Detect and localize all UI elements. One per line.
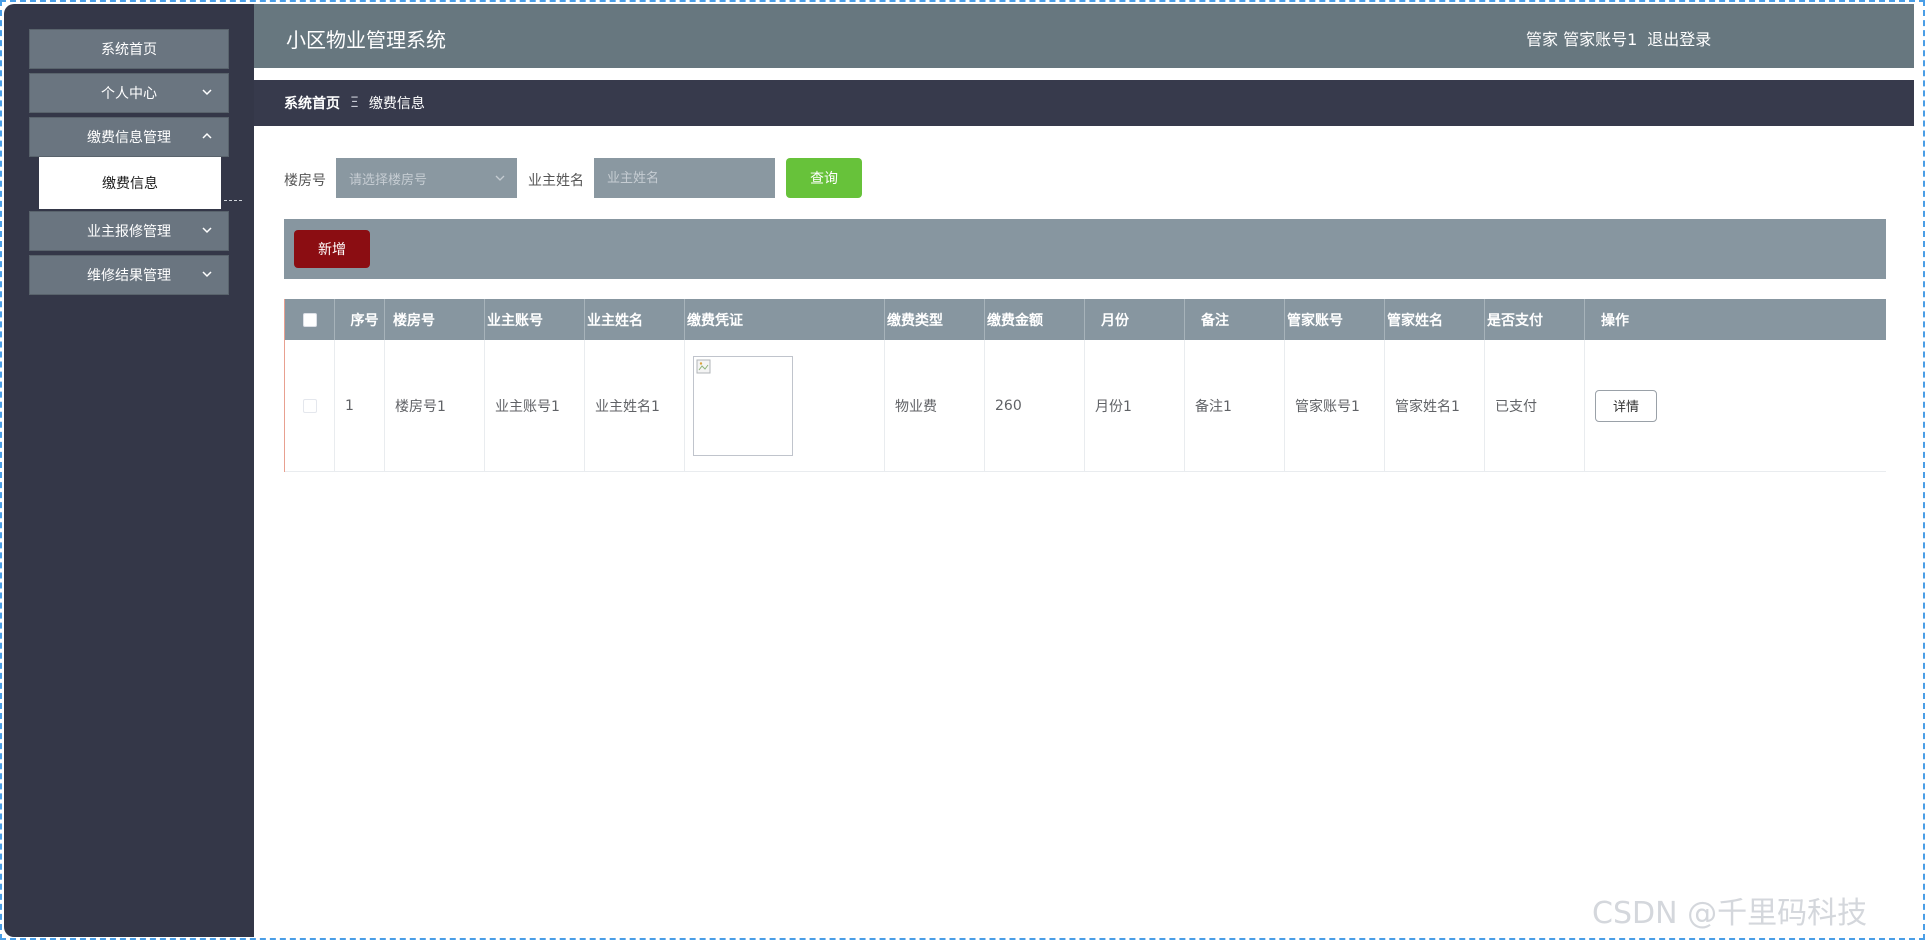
cell-operations: 详情 <box>1585 340 1885 471</box>
add-button[interactable]: 新增 <box>294 230 370 268</box>
chevron-up-icon <box>202 132 212 139</box>
building-select[interactable]: 请选择楼房号 <box>336 158 517 198</box>
header-checkbox-cell <box>285 299 335 340</box>
detail-button[interactable]: 详情 <box>1595 389 1657 422</box>
owner-name-input[interactable] <box>594 158 775 198</box>
column-header: 缴费类型 <box>885 299 985 340</box>
table-header: 序号 楼房号 业主账号 业主姓名 缴费凭证 缴费类型 缴费金额 月份 备注 管家… <box>285 299 1886 340</box>
column-header: 楼房号 <box>385 299 485 340</box>
action-bar: 新增 <box>284 219 1886 279</box>
sidebar-item-payment-management[interactable]: 缴费信息管理 <box>29 117 229 157</box>
query-button[interactable]: 查询 <box>786 158 862 198</box>
cell-butler-account: 管家账号1 <box>1285 340 1385 471</box>
building-filter-label: 楼房号 <box>284 173 326 189</box>
top-bar: 小区物业管理系统 管家 管家账号1 退出登录 <box>254 4 1914 68</box>
chevron-down-icon <box>202 89 212 96</box>
cell-butler-name: 管家姓名1 <box>1385 340 1485 471</box>
user-role: 管家 管家账号1 <box>1526 30 1638 49</box>
column-header: 月份 <box>1085 299 1185 340</box>
sidebar-item-personal-center[interactable]: 个人中心 <box>29 73 229 113</box>
cell-building: 楼房号1 <box>385 340 485 471</box>
sidebar: 系统首页 个人中心 缴费信息管理 缴费信息 业主报修管理 维修结果管理 <box>4 4 254 937</box>
chevron-down-icon <box>495 175 505 181</box>
breadcrumb-home[interactable]: 系统首页 <box>284 93 340 113</box>
cell-owner-name: 业主姓名1 <box>585 340 685 471</box>
user-area: 管家 管家账号1 退出登录 <box>1526 26 1711 50</box>
sidebar-item-label: 维修结果管理 <box>87 268 171 284</box>
voucher-image[interactable] <box>693 355 793 456</box>
sidebar-item-label: 缴费信息管理 <box>87 130 171 146</box>
cell-payment-voucher <box>685 340 885 471</box>
owner-filter-label: 业主姓名 <box>528 173 584 189</box>
sidebar-item-label: 业主报修管理 <box>87 224 171 240</box>
payment-table: 序号 楼房号 业主账号 业主姓名 缴费凭证 缴费类型 缴费金额 月份 备注 管家… <box>284 299 1886 472</box>
column-header: 缴费凭证 <box>685 299 885 340</box>
cell-fee-type: 物业费 <box>885 340 985 471</box>
app-title: 小区物业管理系统 <box>286 28 446 52</box>
chevron-down-icon <box>202 271 212 278</box>
cell-remark: 备注1 <box>1185 340 1285 471</box>
column-header: 操作 <box>1601 312 1629 329</box>
row-checkbox-cell <box>285 340 335 471</box>
sidebar-item-label: 个人中心 <box>101 86 157 102</box>
broken-image-icon <box>696 359 711 373</box>
sidebar-item-label: 系统首页 <box>101 42 157 58</box>
column-header: 管家账号 <box>1285 299 1385 340</box>
column-header: 业主账号 <box>485 299 585 340</box>
select-all-checkbox[interactable] <box>302 312 317 327</box>
sidebar-item-repair-result-management[interactable]: 维修结果管理 <box>29 255 229 295</box>
cell-index: 1 <box>335 340 385 471</box>
chevron-down-icon <box>202 227 212 234</box>
cell-amount: 260 <box>985 340 1085 471</box>
column-header: 缴费金额 <box>985 299 1085 340</box>
column-header: 管家姓名 <box>1385 299 1485 340</box>
breadcrumb: 系统首页 Ξ 缴费信息 <box>254 80 1914 126</box>
sidebar-item-repair-management[interactable]: 业主报修管理 <box>29 211 229 251</box>
divider <box>224 200 242 201</box>
cell-paid-status: 已支付 <box>1485 340 1585 471</box>
column-header: 业主姓名 <box>585 299 685 340</box>
submenu-item-payment-info[interactable]: 缴费信息 <box>39 157 221 209</box>
row-checkbox[interactable] <box>302 398 317 413</box>
column-header: 是否支付 <box>1485 299 1585 340</box>
table-row: 1 楼房号1 业主账号1 业主姓名1 物业费 260 月份1 备注1 管家账号1… <box>285 340 1886 472</box>
cell-month: 月份1 <box>1085 340 1185 471</box>
breadcrumb-current: 缴费信息 <box>368 96 425 112</box>
cell-owner-account: 业主账号1 <box>485 340 585 471</box>
column-header: 备注 <box>1185 299 1285 340</box>
watermark: CSDN @千里码科技 <box>1592 896 1868 931</box>
breadcrumb-separator: Ξ <box>350 95 359 111</box>
logout-link[interactable]: 退出登录 <box>1647 26 1711 50</box>
column-header: 序号 <box>335 299 385 340</box>
submenu-item-label: 缴费信息 <box>102 176 158 192</box>
sidebar-item-home[interactable]: 系统首页 <box>29 29 229 69</box>
building-select-placeholder: 请选择楼房号 <box>349 172 428 188</box>
